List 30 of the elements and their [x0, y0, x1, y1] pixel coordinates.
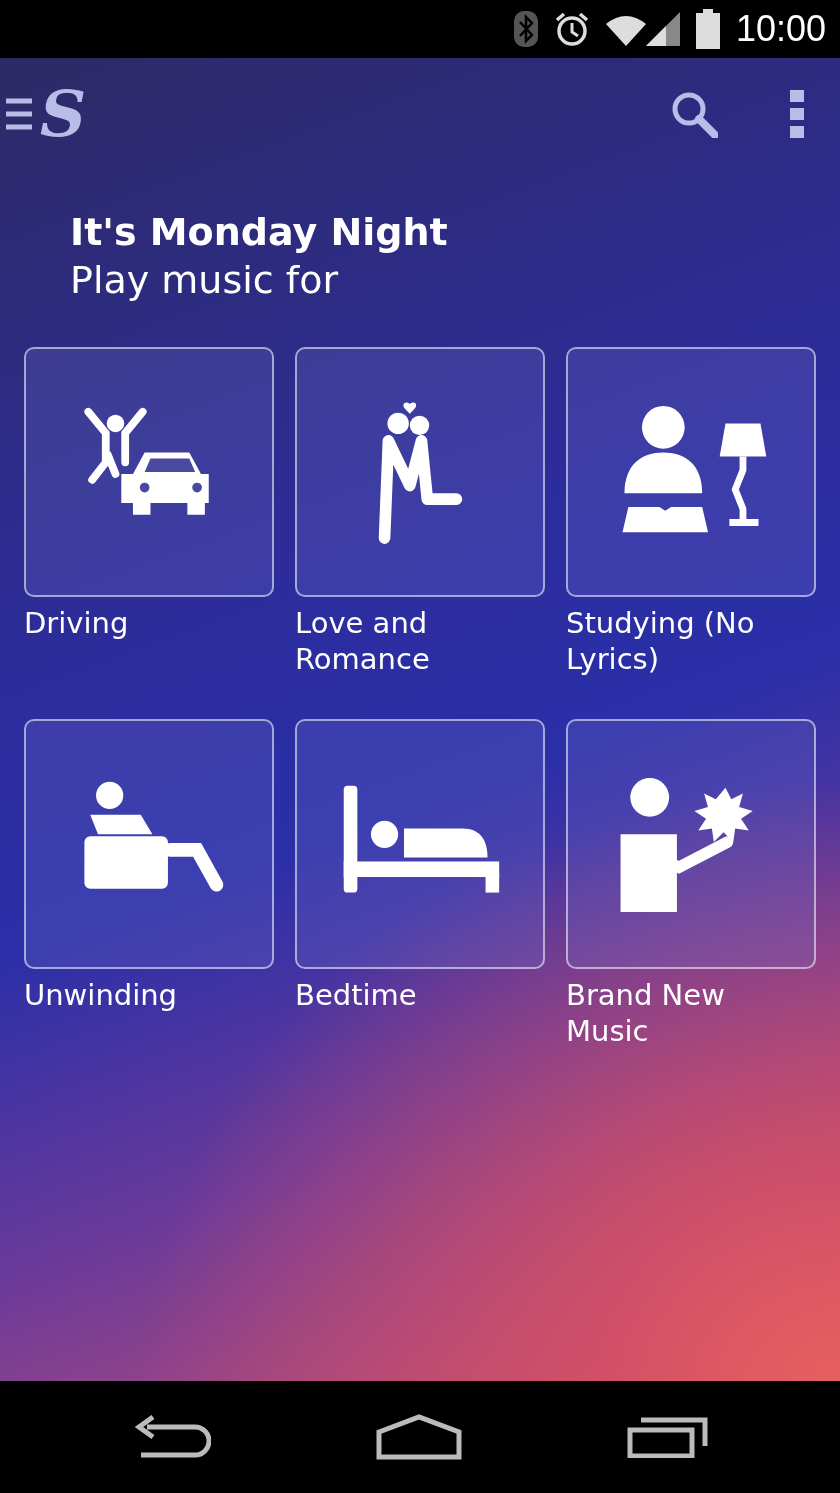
- alarm-icon: [553, 11, 590, 47]
- battery-icon: [695, 9, 720, 49]
- menu-icon: [6, 97, 32, 131]
- category-tile[interactable]: [566, 719, 816, 969]
- category-tile[interactable]: [24, 719, 274, 969]
- signal-icon: [645, 12, 680, 46]
- category-label: Driving: [24, 605, 130, 641]
- greeting-title: It's Monday Night: [70, 210, 449, 256]
- clock-time: 10:00: [735, 11, 826, 47]
- home-button[interactable]: [376, 1414, 462, 1460]
- search-icon: [670, 90, 718, 138]
- greeting-subtitle: Play music for: [70, 256, 339, 304]
- category-label: Studying (No Lyrics): [566, 605, 756, 677]
- overflow-menu-button[interactable]: [790, 90, 804, 138]
- recents-button[interactable]: [627, 1416, 710, 1458]
- category-tile[interactable]: [24, 347, 274, 597]
- category-tile[interactable]: [295, 719, 545, 969]
- more-icon: [790, 90, 804, 138]
- category-label: Love and Romance: [295, 605, 431, 677]
- menu-button[interactable]: S: [6, 82, 87, 146]
- app-logo: S: [40, 82, 87, 146]
- recents-icon: [627, 1416, 710, 1458]
- bluetooth-icon: [513, 11, 538, 47]
- category-tile[interactable]: [566, 347, 816, 597]
- home-icon: [376, 1414, 462, 1460]
- category-label: Brand New Music: [566, 977, 726, 1049]
- category-label: Bedtime: [295, 977, 418, 1013]
- search-button[interactable]: [670, 90, 718, 138]
- category-tile[interactable]: [295, 347, 545, 597]
- category-label: Unwinding: [24, 977, 178, 1013]
